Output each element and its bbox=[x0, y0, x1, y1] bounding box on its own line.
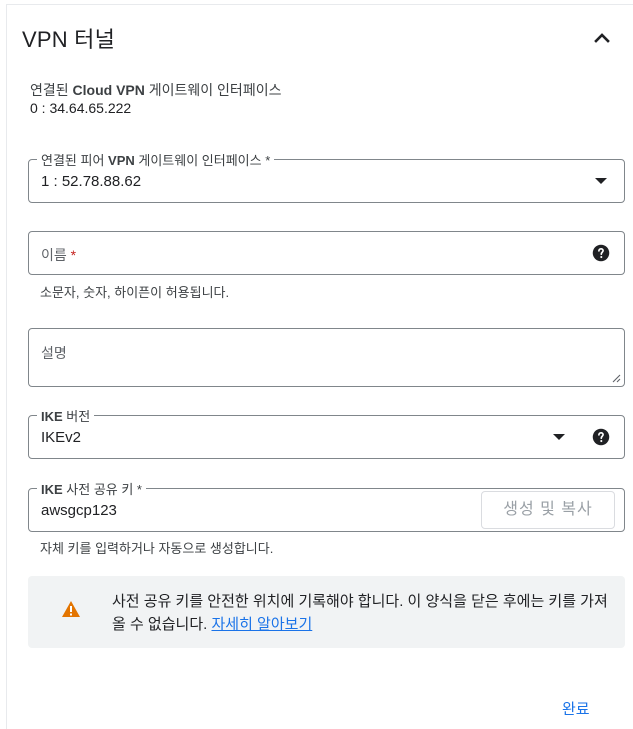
dropdown-arrow-icon[interactable] bbox=[595, 178, 607, 184]
help-icon[interactable] bbox=[592, 428, 610, 446]
name-input[interactable]: 이름 * bbox=[28, 231, 625, 275]
ike-version-legend: IKE 버전 bbox=[37, 406, 95, 425]
vpn-tunnel-header[interactable]: VPN 터널 bbox=[22, 18, 622, 58]
generate-and-copy-button[interactable]: 생성 및 복사 bbox=[481, 491, 615, 529]
ike-version-legend-bold: IKE bbox=[41, 409, 63, 424]
cloud-vpn-gateway-value: 0 : 34.64.65.222 bbox=[30, 100, 132, 116]
peer-gateway-legend-suffix: 게이트웨이 인터페이스 * bbox=[134, 153, 271, 168]
name-hint: 소문자, 숫자, 하이픈이 허용됩니다. bbox=[40, 285, 230, 300]
peer-gateway-select[interactable]: 연결된 피어 VPN 게이트웨이 인터페이스 * 1 : 52.78.88.62 bbox=[28, 150, 625, 203]
peer-gateway-legend: 연결된 피어 VPN 게이트웨이 인터페이스 * bbox=[37, 150, 275, 169]
cloud-vpn-gateway-label: 연결된 Cloud VPN 게이트웨이 인터페이스 bbox=[30, 80, 281, 100]
required-mark: * bbox=[66, 247, 77, 263]
learn-more-link[interactable]: 자세히 알아보기 bbox=[211, 616, 312, 633]
peer-gateway-legend-bold: VPN bbox=[108, 153, 135, 168]
warning-icon bbox=[62, 601, 80, 617]
ike-version-value: IKEv2 bbox=[41, 429, 82, 446]
dropdown-arrow-icon[interactable] bbox=[553, 434, 565, 440]
peer-gateway-legend-prefix: 연결된 피어 bbox=[41, 153, 109, 168]
resize-handle-icon[interactable] bbox=[611, 373, 621, 383]
name-placeholder-text: 이름 bbox=[41, 247, 67, 263]
help-icon[interactable] bbox=[592, 244, 610, 262]
warning-message: 사전 공유 키를 안전한 위치에 기록해야 합니다. 이 양식을 닫은 후에는 … bbox=[112, 593, 608, 633]
warning-text: 사전 공유 키를 안전한 위치에 기록해야 합니다. 이 양식을 닫은 후에는 … bbox=[112, 590, 612, 636]
peer-gateway-value: 1 : 52.78.88.62 bbox=[41, 173, 142, 190]
gateway-label-prefix: 연결된 bbox=[30, 82, 73, 98]
ike-key-value: awsgcp123 bbox=[41, 502, 117, 519]
description-textarea[interactable]: 설명 bbox=[28, 328, 625, 387]
ike-key-hint: 자체 키를 입력하거나 자동으로 생성합니다. bbox=[40, 541, 274, 556]
ike-key-legend: IKE 사전 공유 키 * bbox=[37, 479, 146, 498]
gateway-label-suffix: 게이트웨이 인터페이스 bbox=[144, 82, 282, 98]
page-title: VPN 터널 bbox=[22, 27, 116, 52]
ike-key-legend-bold: IKE bbox=[41, 482, 63, 497]
description-placeholder: 설명 bbox=[41, 345, 67, 361]
name-placeholder: 이름 * bbox=[41, 245, 76, 265]
warning-banner: 사전 공유 키를 안전한 위치에 기록해야 합니다. 이 양식을 닫은 후에는 … bbox=[28, 576, 625, 648]
ike-version-select[interactable]: IKE 버전 IKEv2 bbox=[28, 406, 625, 459]
done-button[interactable]: 완료 bbox=[556, 696, 596, 721]
ike-key-legend-suffix: 사전 공유 키 * bbox=[62, 482, 142, 497]
ike-key-input[interactable]: IKE 사전 공유 키 * awsgcp123 생성 및 복사 bbox=[28, 479, 625, 532]
ike-version-legend-suffix: 버전 bbox=[62, 409, 91, 424]
gateway-label-bold: Cloud VPN bbox=[72, 82, 145, 98]
chevron-up-icon[interactable] bbox=[590, 26, 614, 50]
